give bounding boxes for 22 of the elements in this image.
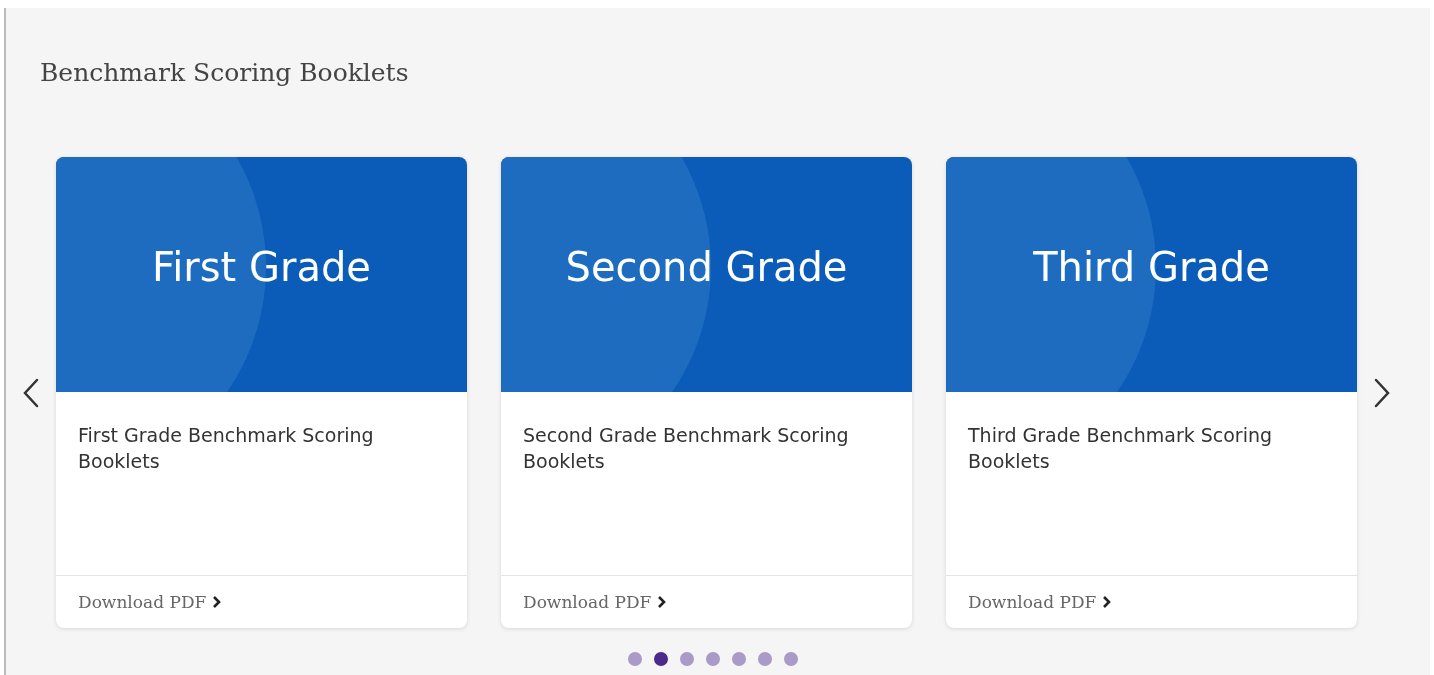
- pagination-dot[interactable]: [680, 652, 694, 666]
- banner-title: Second Grade: [565, 243, 848, 292]
- pagination-dot[interactable]: [706, 652, 720, 666]
- pagination-dot[interactable]: [654, 652, 668, 666]
- card-description: Second Grade Benchmark Scoring Booklets: [523, 423, 850, 474]
- banner-title: First Grade: [152, 243, 371, 292]
- card-description: Third Grade Benchmark Scoring Booklets: [968, 423, 1274, 474]
- pagination-dot[interactable]: [784, 652, 798, 666]
- pagination-dot[interactable]: [628, 652, 642, 666]
- chevron-right-icon: [1102, 595, 1113, 609]
- chevron-right-icon: [212, 595, 223, 609]
- chevron-right-icon: [1372, 376, 1392, 409]
- download-link[interactable]: Download PDF: [968, 592, 1113, 612]
- pagination-dot[interactable]: [758, 652, 772, 666]
- pagination-dot[interactable]: [732, 652, 746, 666]
- card-description: First Grade Benchmark Scoring Booklets: [78, 423, 375, 474]
- download-link[interactable]: Download PDF: [523, 592, 668, 612]
- section-title: Benchmark Scoring Booklets: [39, 57, 410, 89]
- chevron-right-icon: [657, 595, 668, 609]
- chevron-left-icon: [21, 376, 41, 409]
- download-link[interactable]: Download PDF: [78, 592, 223, 612]
- banner-title: Third Grade: [1033, 243, 1270, 292]
